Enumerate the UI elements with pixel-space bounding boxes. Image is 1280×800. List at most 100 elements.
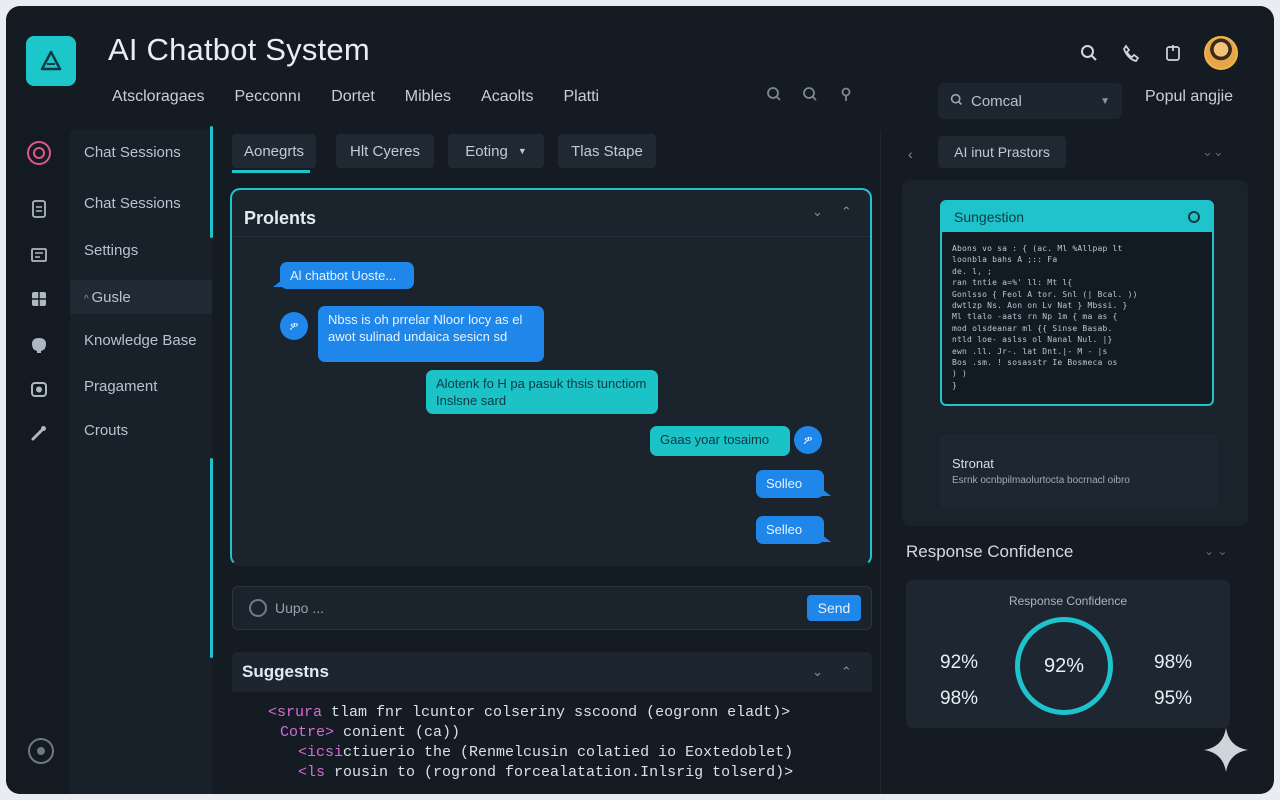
- sidebar-item-crouts[interactable]: Crouts: [84, 422, 128, 439]
- chat-title: Prolents: [244, 208, 317, 228]
- box-icon[interactable]: [26, 376, 52, 402]
- combo-select[interactable]: Comcal ▼: [938, 83, 1122, 119]
- mini-code-line: ) ): [952, 369, 968, 379]
- tab-hlt-cyeres[interactable]: Hlt Cyeres: [336, 134, 434, 168]
- sidebar-item-chat-sessions[interactable]: Chat Sessions: [84, 144, 181, 161]
- sidebar-item-knowledge-base[interactable]: Knowledge Base: [84, 332, 197, 349]
- summary-box: Stronat Esrnk ocnbpilmaolurtocta bocrnac…: [940, 434, 1218, 508]
- brain-icon[interactable]: [26, 332, 52, 358]
- scroll-accent: [210, 458, 213, 658]
- mini-code-line: mod olsdeanar ml {{ Sinse Basab.: [952, 323, 1113, 333]
- sidebar-item-settings[interactable]: Settings: [84, 242, 138, 259]
- chat-logo-icon[interactable]: [26, 36, 76, 86]
- chat-bubble-icon[interactable]: [26, 140, 52, 166]
- chevron-down-icon[interactable]: ⌄⌄: [1202, 144, 1224, 160]
- suggestion-box-header: Sungestion: [942, 202, 1212, 232]
- chevron-left-icon[interactable]: ‹: [908, 146, 913, 162]
- tab-eoting[interactable]: Eoting ▼: [448, 134, 544, 168]
- app-window: AI Chatbot System Atscloragaes Pecconnı …: [6, 6, 1274, 794]
- mini-code-line: Abons vo sa : { (ac. Ml %Allpap lt: [952, 244, 1123, 253]
- mini-code-line: Bos .sm. ! sosasstr Ie Bosmeca os: [952, 358, 1118, 367]
- chat-message: Gaas yoar tosaimo: [650, 426, 790, 456]
- tab-label: Eoting: [465, 142, 508, 160]
- confidence-subtitle: Response Confidence: [1008, 594, 1128, 608]
- sliders-icon[interactable]: [26, 242, 52, 268]
- wrench-icon[interactable]: [26, 420, 52, 446]
- code-line: <ls rousin to (rogrond forcealatation.In…: [298, 764, 794, 781]
- confidence-title: Response Confidence: [906, 542, 1074, 561]
- gear-icon[interactable]: [1188, 211, 1200, 223]
- tab-ai-input-prastors[interactable]: AI inut Prastors: [938, 136, 1066, 168]
- code-line: Cotre> conient (ca)): [280, 724, 461, 741]
- emoji-icon[interactable]: [249, 599, 267, 617]
- app-title: AI Chatbot System: [108, 32, 370, 67]
- avatar[interactable]: [1204, 36, 1238, 70]
- nav-item[interactable]: Pecconnı: [235, 88, 302, 106]
- nav-item[interactable]: Acaolts: [481, 88, 533, 106]
- search-icon[interactable]: [766, 86, 782, 107]
- chat-message: Alotenk fo H pa pasuk thsis tunctiom Ins…: [426, 370, 658, 414]
- chevron-down-icon: ▼: [517, 146, 527, 156]
- chat-message: Selleo: [756, 516, 831, 544]
- divider: [880, 130, 881, 794]
- chevron-down-icon[interactable]: ⌄: [812, 664, 823, 680]
- send-button[interactable]: Send: [807, 595, 861, 621]
- chevron-down-icon[interactable]: ⌄: [812, 204, 823, 220]
- mini-code-line: Ml tlalo -aats rn Np 1m { ma as {: [952, 312, 1118, 322]
- nav-item[interactable]: Dortet: [331, 88, 375, 106]
- mini-code-line: loonbla bahs A ;:: Fa: [952, 255, 1058, 265]
- mini-code-line: Gonlsso { Feol A tor. Snl (| Bcal. )): [952, 289, 1138, 299]
- chevron-up-icon[interactable]: ⌃: [841, 204, 852, 220]
- nav-item[interactable]: Platti: [564, 88, 600, 106]
- nav-item[interactable]: Atscloragaes: [112, 88, 205, 106]
- document-icon[interactable]: [26, 196, 52, 222]
- mini-code-line: ntld loe- aslss ol Nanal Nul. |}: [952, 335, 1113, 345]
- confidence-card: Response Confidence 92% 92% 98% 98% 95%: [906, 580, 1230, 728]
- help-icon[interactable]: [28, 738, 54, 764]
- mini-code-line: ewn .ll. Jr-. lat Dnt.|- M - |s: [952, 346, 1108, 356]
- mini-code-line: de. l, ;: [952, 266, 993, 276]
- divider: [232, 236, 870, 237]
- code-line: <srura tlam fnr lcuntor colseriny sscoon…: [268, 704, 791, 721]
- mini-code-line: ran tntie a=%' ll: Mt l{: [952, 278, 1073, 288]
- combo-value: Comcal: [971, 92, 1022, 110]
- chat-message: Al chatbot Uoste...: [273, 262, 414, 289]
- search-icon[interactable]: [1078, 42, 1100, 64]
- chevron-down-icon[interactable]: ⌄ ⌄: [1204, 544, 1227, 558]
- active-tab-indicator: [232, 170, 310, 173]
- message-input-row: Send: [232, 586, 872, 630]
- chat-message: Nbss is oh prrelar Nloor locy as el awot…: [318, 306, 544, 362]
- search-icon: [950, 93, 963, 110]
- confidence-center-value: 92%: [1043, 654, 1085, 677]
- message-input[interactable]: [275, 597, 795, 619]
- mini-code-line: }: [952, 380, 958, 390]
- tab-aonegrts[interactable]: Aonegrts: [232, 134, 316, 168]
- sidebar: [70, 130, 212, 794]
- sidebar-item-label: Gusle: [91, 289, 131, 306]
- confidence-value: 98%: [1154, 652, 1193, 673]
- phone-icon[interactable]: [1120, 42, 1142, 64]
- nav-item[interactable]: Mibles: [405, 88, 451, 106]
- search-icon[interactable]: [802, 86, 818, 107]
- grid-icon[interactable]: [26, 286, 52, 312]
- suggestions-header: Suggestns ⌄ ⌃: [232, 652, 872, 692]
- sidebar-item-gusle[interactable]: ^ Gusle: [84, 289, 131, 306]
- sidebar-item-pragament[interactable]: Pragament: [84, 378, 157, 395]
- confidence-value: 92%: [940, 652, 979, 673]
- pin-icon[interactable]: [838, 86, 854, 107]
- clipboard-icon[interactable]: [1162, 42, 1184, 64]
- scroll-accent: [210, 126, 213, 238]
- tab-tlas-stape[interactable]: Tlas Stape: [558, 134, 656, 168]
- code-line: <icsictiuerio the (Renmelcusin colatied …: [298, 744, 794, 761]
- confidence-value: 98%: [940, 688, 979, 709]
- chevron-up-icon[interactable]: ⌃: [841, 664, 852, 680]
- sidebar-item-chat-sessions-2[interactable]: Chat Sessions: [84, 195, 181, 212]
- popul-label[interactable]: Popul angjie: [1145, 88, 1233, 106]
- bot-avatar-icon: ዎ: [280, 312, 308, 340]
- icon-rail: [6, 130, 70, 794]
- chat-message: Solleo: [756, 470, 831, 498]
- suggestions-title: Suggestns: [242, 662, 329, 681]
- suggestion-box-title: Sungestion: [954, 209, 1025, 225]
- sparkle-icon: [1204, 728, 1248, 772]
- confidence-ring: 92%: [1015, 617, 1113, 715]
